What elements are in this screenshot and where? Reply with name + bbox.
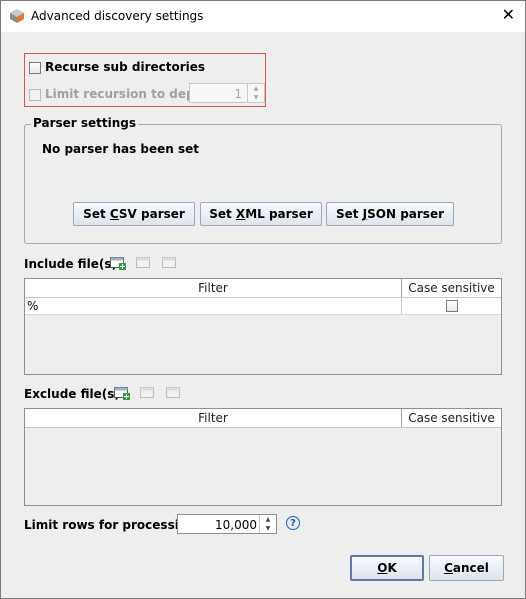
add-filter-icon[interactable] bbox=[114, 386, 130, 400]
include-table[interactable]: Filter Case sensitive % bbox=[24, 278, 502, 375]
case-sensitive-column-header[interactable]: Case sensitive bbox=[402, 279, 501, 297]
filter-cell[interactable]: % bbox=[27, 299, 38, 313]
depth-value: 1 bbox=[234, 87, 242, 101]
set-xml-parser-button[interactable]: Set XML parser bbox=[200, 202, 322, 226]
limit-rows-spinner-arrows[interactable]: ▲ ▼ bbox=[259, 515, 276, 533]
exclude-table-header: Filter Case sensitive bbox=[25, 409, 501, 428]
depth-spinner-arrows[interactable]: ▲ ▼ bbox=[247, 84, 264, 102]
spin-down-icon[interactable]: ▼ bbox=[260, 524, 276, 533]
db-logo-icon bbox=[10, 9, 24, 23]
limit-depth-checkbox[interactable] bbox=[29, 89, 41, 101]
include-files-label: Include file(s): bbox=[24, 257, 122, 271]
case-sensitive-column-header[interactable]: Case sensitive bbox=[402, 409, 501, 427]
depth-spinner[interactable]: 1 ▲ ▼ bbox=[189, 83, 265, 103]
limit-depth-label: Limit recursion to depth bbox=[45, 87, 209, 101]
limit-rows-label: Limit rows for processing: bbox=[24, 518, 201, 532]
column-divider bbox=[401, 298, 402, 314]
help-icon[interactable]: ? bbox=[286, 516, 300, 530]
limit-rows-value[interactable]: 10,000 bbox=[215, 518, 257, 532]
set-json-parser-button[interactable]: Set JSON parser bbox=[326, 202, 454, 226]
limit-rows-spinner[interactable]: 10,000 ▲ ▼ bbox=[177, 514, 277, 534]
title-bar: Advanced discovery settings ✕ bbox=[1, 1, 525, 32]
remove-filter-icon[interactable] bbox=[166, 386, 182, 400]
window-title: Advanced discovery settings bbox=[31, 9, 204, 23]
dialog-window: Advanced discovery settings ✕ Recurse su… bbox=[0, 0, 526, 599]
spin-up-icon[interactable]: ▲ bbox=[248, 84, 264, 93]
cancel-button[interactable]: Cancel bbox=[429, 555, 504, 581]
recurse-checkbox[interactable] bbox=[29, 62, 41, 74]
dialog-content: Recurse sub directories Limit recursion … bbox=[1, 32, 525, 598]
case-sensitive-checkbox[interactable] bbox=[446, 300, 458, 312]
recurse-label[interactable]: Recurse sub directories bbox=[45, 60, 205, 74]
edit-filter-icon[interactable] bbox=[136, 256, 152, 270]
spin-down-icon[interactable]: ▼ bbox=[248, 93, 264, 102]
add-filter-icon[interactable] bbox=[110, 256, 126, 270]
filter-column-header[interactable]: Filter bbox=[25, 409, 402, 427]
set-csv-parser-button[interactable]: Set CSV parser bbox=[73, 202, 195, 226]
edit-filter-icon[interactable] bbox=[140, 386, 156, 400]
exclude-files-label: Exclude file(s): bbox=[24, 387, 125, 401]
exclude-table[interactable]: Filter Case sensitive bbox=[24, 408, 502, 506]
close-icon[interactable]: ✕ bbox=[502, 6, 515, 24]
parser-settings-group: Parser settings No parser has been set S… bbox=[24, 116, 502, 244]
filter-column-header[interactable]: Filter bbox=[25, 279, 402, 297]
parser-settings-legend: Parser settings bbox=[31, 116, 139, 130]
table-row[interactable]: % bbox=[25, 298, 501, 315]
include-table-header: Filter Case sensitive bbox=[25, 279, 501, 298]
spin-up-icon[interactable]: ▲ bbox=[260, 515, 276, 524]
remove-filter-icon[interactable] bbox=[162, 256, 178, 270]
ok-button[interactable]: OK bbox=[350, 555, 424, 581]
parser-status: No parser has been set bbox=[42, 142, 200, 156]
